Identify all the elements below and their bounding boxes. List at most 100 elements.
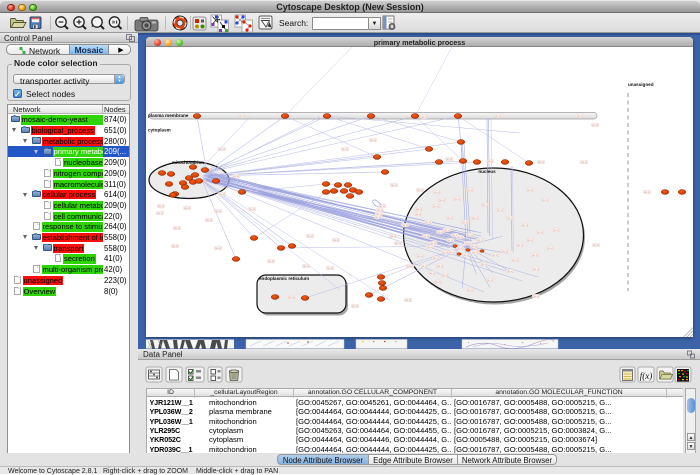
svg-text:(xx.x): (xx.x) [405,298,411,302]
svg-text:(xx.x): (xx.x) [288,295,294,299]
svg-text:nucleus: nucleus [478,169,496,174]
svg-text:(xx.x): (xx.x) [370,138,376,142]
svg-text:mitochondrion: mitochondrion [172,160,204,165]
svg-text:(xx.x): (xx.x) [158,204,164,208]
svg-text:(xx.x): (xx.x) [333,238,339,242]
svg-text:(xx.x): (xx.x) [444,228,450,232]
svg-text:(xx.x): (xx.x) [581,160,587,164]
svg-text:(xx.x): (xx.x) [415,212,421,216]
svg-text:(xx.x): (xx.x) [442,250,448,254]
svg-text:(xx.x): (xx.x) [425,220,431,224]
svg-text:(xx.x): (xx.x) [502,249,508,253]
svg-text:(xx.x): (xx.x) [407,264,413,268]
svg-text:(xx.x): (xx.x) [553,228,559,232]
svg-text:(xx.x): (xx.x) [219,192,225,196]
svg-text:(xx.x): (xx.x) [249,207,255,211]
svg-text:(xx.x): (xx.x) [439,198,445,202]
svg-text:(xx.x): (xx.x) [395,241,401,245]
svg-text:(xx.x): (xx.x) [307,234,313,238]
svg-text:(xx.x): (xx.x) [446,157,452,161]
svg-text:(xx.x): (xx.x) [390,234,396,238]
svg-text:(xx.x): (xx.x) [327,266,333,270]
svg-text:(xx.x): (xx.x) [391,183,397,187]
svg-text:(xx.x): (xx.x) [423,234,429,238]
svg-text:(xx.x): (xx.x) [487,278,493,282]
svg-text:(xx.x): (xx.x) [481,262,487,266]
svg-text:(xx.x): (xx.x) [472,250,478,254]
svg-text:(xx.x): (xx.x) [472,216,478,220]
svg-text:(xx.x): (xx.x) [421,115,427,119]
svg-text:(xx.x): (xx.x) [184,206,190,210]
svg-text:cytoplasm: cytoplasm [148,128,171,133]
svg-text:(xx.x): (xx.x) [215,246,221,250]
svg-text:(xx.x): (xx.x) [532,253,538,257]
svg-text:f(x): f(x) [640,371,653,381]
svg-text:(xx.x): (xx.x) [215,209,221,213]
svg-text:(xx.x): (xx.x) [457,235,463,239]
svg-text:(xx.x): (xx.x) [547,246,553,250]
svg-text:(xx.x): (xx.x) [517,243,523,247]
svg-text:(xx.x): (xx.x) [157,211,163,215]
svg-text:(xx.x): (xx.x) [433,256,439,260]
svg-text:unassigned: unassigned [628,82,654,87]
svg-text:(xx.x): (xx.x) [447,238,453,242]
svg-text:(xx.x): (xx.x) [430,241,436,245]
svg-text:(xx.x): (xx.x) [379,204,385,208]
svg-text:(xx.x): (xx.x) [239,114,245,118]
svg-text:(xx.x): (xx.x) [457,246,463,250]
svg-text:(xx.x): (xx.x) [268,259,274,263]
svg-text:(xx.x): (xx.x) [593,243,599,247]
svg-text:(xx.x): (xx.x) [463,253,469,257]
svg-text:(xx.x): (xx.x) [577,114,583,118]
svg-text:(xx.x): (xx.x) [537,230,543,234]
svg-text:(xx.x): (xx.x) [492,253,498,257]
svg-text:(xx.x): (xx.x) [467,188,473,192]
svg-text:(xx.x): (xx.x) [174,226,180,230]
svg-text:(xx.x): (xx.x) [427,245,433,249]
svg-text:(xx.x): (xx.x) [172,244,178,248]
svg-text:(xx.x): (xx.x) [533,294,539,298]
svg-text:(xx.x): (xx.x) [206,218,212,222]
svg-text:(xx.x): (xx.x) [467,233,473,237]
svg-text:(xx.x): (xx.x) [233,174,239,178]
svg-text:(xx.x): (xx.x) [352,304,358,308]
svg-text:(xx.x): (xx.x) [435,280,441,284]
svg-text:(xx.x): (xx.x) [342,147,348,151]
svg-text:(xx.x): (xx.x) [219,147,225,151]
svg-text:(xx.x): (xx.x) [538,160,544,164]
svg-text:(xx.x): (xx.x) [512,258,518,262]
svg-text:(xx.x): (xx.x) [507,216,513,220]
svg-text:(xx.x): (xx.x) [495,114,501,118]
svg-text:(xx.x): (xx.x) [462,220,468,224]
svg-text:(xx.x): (xx.x) [533,267,539,271]
svg-text:(xx.x): (xx.x) [417,254,423,258]
svg-text:(xx.x): (xx.x) [377,208,383,212]
svg-text:(xx.x): (xx.x) [433,204,439,208]
svg-text:(xx.x): (xx.x) [467,288,473,292]
svg-text:(xx.x): (xx.x) [421,264,427,268]
svg-text:(xx.x): (xx.x) [471,244,477,248]
svg-text:(xx.x): (xx.x) [644,190,650,194]
svg-text:(xx.x): (xx.x) [375,215,381,219]
svg-text:(xx.x): (xx.x) [416,207,422,211]
svg-text:(xx.x): (xx.x) [497,208,503,212]
svg-text:(xx.x): (xx.x) [482,203,488,207]
svg-text:(xx.x): (xx.x) [437,230,443,234]
svg-text:(xx.x): (xx.x) [449,250,455,254]
svg-text:(xx.x): (xx.x) [527,188,533,192]
svg-text:(xx.x): (xx.x) [437,264,443,268]
svg-text:(xx.x): (xx.x) [447,216,453,220]
svg-text:(xx.x): (xx.x) [527,238,533,242]
svg-text:(xx.x): (xx.x) [522,223,528,227]
svg-text:endoplasmic reticulum: endoplasmic reticulum [259,276,309,281]
svg-text:(xx.x): (xx.x) [542,198,548,202]
svg-text:(xx.x): (xx.x) [429,271,435,275]
svg-text:(xx.x): (xx.x) [303,264,309,268]
svg-text:(xx.x): (xx.x) [402,223,408,227]
svg-text:(xx.x): (xx.x) [442,273,448,277]
svg-text:(xx.x): (xx.x) [507,269,513,273]
svg-text:(xx.x): (xx.x) [417,188,423,192]
svg-text:(xx.x): (xx.x) [454,197,460,201]
svg-text:(xx.x): (xx.x) [487,159,493,163]
svg-text:(xx.x): (xx.x) [477,238,483,242]
